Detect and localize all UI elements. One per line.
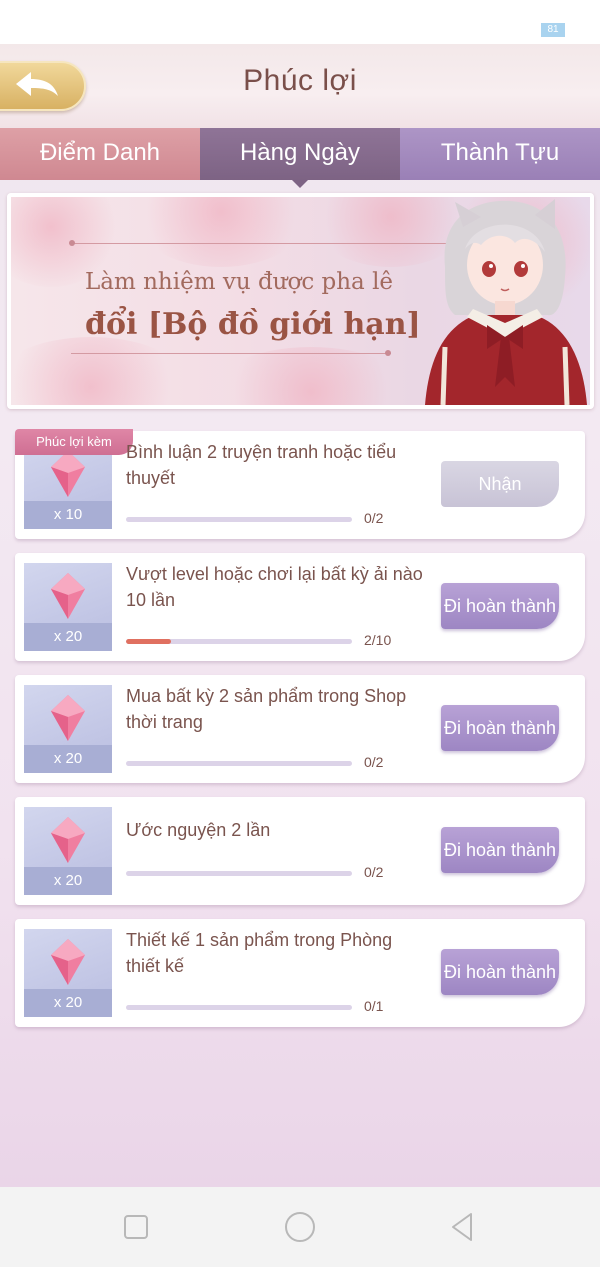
progress-fill — [126, 639, 172, 644]
progress-text: 2/10 — [364, 632, 392, 648]
character-illustration — [425, 199, 587, 405]
app-screen: Phúc lợi Điểm Danh Hàng Ngày Thành Tựu L… — [0, 44, 600, 1187]
crystal-icon — [51, 817, 85, 863]
back-nav-icon[interactable] — [445, 1209, 481, 1245]
tab-label: Điểm Danh — [39, 139, 161, 166]
task-card: x 20 Vượt level hoặc chơi lại bất kỳ ải … — [15, 553, 585, 661]
banner-dot — [69, 240, 75, 246]
home-icon[interactable] — [282, 1209, 318, 1245]
reward-quantity: x 20 — [24, 623, 112, 651]
banner-text-line2: đổi [Bộ đồ giới hạn] — [85, 307, 421, 342]
tab-bar: Điểm Danh Hàng Ngày Thành Tựu — [0, 128, 600, 188]
task-title: Vượt level hoặc chơi lại bất kỳ ải nào 1… — [126, 564, 423, 610]
task-card: x 20 Mua bất kỳ 2 sản phẩm trong Shop th… — [15, 675, 585, 783]
reward-box: x 20 — [24, 563, 112, 651]
banner-divider — [71, 353, 391, 354]
blossom-decoration — [131, 197, 311, 267]
crystal-icon — [51, 573, 85, 619]
banner-dot — [385, 350, 391, 356]
battery-indicator: 81 — [541, 23, 565, 37]
reward-quantity: x 10 — [24, 501, 112, 529]
claim-button[interactable]: Nhận — [441, 461, 559, 507]
blossom-decoration — [11, 337, 191, 405]
progress-bar — [126, 761, 352, 766]
task-card: x 20 Thiết kế 1 sản phẩm trong Phòng thi… — [15, 919, 585, 1027]
reward-quantity: x 20 — [24, 745, 112, 773]
reward-box: x 20 — [24, 929, 112, 1017]
progress-text: 0/2 — [364, 510, 384, 526]
task-card: x 10 Phúc lợi kèm Bình luận 2 truyện tra… — [15, 429, 585, 539]
header: Phúc lợi — [0, 44, 600, 128]
go-complete-button[interactable]: Đi hoàn thành — [441, 705, 559, 751]
reward-box: x 20 — [24, 685, 112, 773]
tab-hang-ngay[interactable]: Hàng Ngày — [200, 128, 400, 188]
reward-quantity: x 20 — [24, 989, 112, 1017]
progress-bar — [126, 1005, 352, 1010]
progress-text: 0/2 — [364, 864, 384, 880]
progress-bar — [126, 639, 352, 644]
page-title: Phúc lợi — [243, 64, 357, 97]
crystal-icon — [51, 939, 85, 985]
system-nav-bar — [0, 1187, 600, 1267]
banner-text-line1: Làm nhiệm vụ được pha lê — [85, 269, 394, 295]
tab-label: Thành Tựu — [440, 139, 560, 166]
task-title: Thiết kế 1 sản phẩm trong Phòng thiết kế — [126, 930, 393, 976]
task-title: Bình luận 2 truyện tranh hoặc tiểu thuyế… — [126, 442, 397, 488]
tab-diem-danh[interactable]: Điểm Danh — [0, 128, 200, 180]
banner-divider — [71, 243, 451, 244]
tab-thanh-tuu[interactable]: Thành Tựu — [400, 128, 600, 180]
progress-text: 0/2 — [364, 754, 384, 770]
progress-bar — [126, 517, 352, 522]
reward-box: x 20 — [24, 807, 112, 895]
task-card: x 20 Ước nguyện 2 lần 0/2 Đi hoàn thành — [15, 797, 585, 905]
task-title: Mua bất kỳ 2 sản phẩm trong Shop thời tr… — [126, 686, 407, 732]
go-complete-button[interactable]: Đi hoàn thành — [441, 827, 559, 873]
progress-bar — [126, 871, 352, 876]
bonus-tag: Phúc lợi kèm — [15, 429, 133, 455]
blossom-decoration — [211, 347, 411, 405]
go-complete-button[interactable]: Đi hoàn thành — [441, 583, 559, 629]
task-title: Ước nguyện 2 lần — [126, 820, 271, 840]
status-bar: 81 — [0, 0, 600, 44]
tab-label: Hàng Ngày — [239, 139, 361, 166]
crystal-icon — [51, 451, 85, 497]
active-tab-indicator — [292, 180, 308, 188]
reward-quantity: x 20 — [24, 867, 112, 895]
go-complete-button[interactable]: Đi hoàn thành — [441, 949, 559, 995]
crystal-icon — [51, 695, 85, 741]
event-banner[interactable]: Làm nhiệm vụ được pha lê đổi [Bộ đồ giới… — [7, 193, 594, 409]
progress-text: 0/1 — [364, 998, 384, 1014]
recent-apps-icon[interactable] — [118, 1209, 154, 1245]
